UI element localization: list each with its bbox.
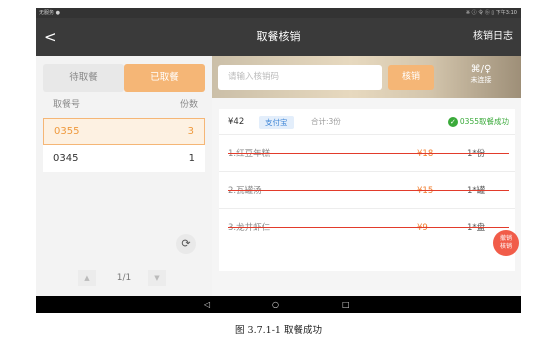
check-icon: ✓	[447, 117, 458, 127]
nav-back-icon[interactable]: ◁	[204, 296, 210, 313]
pagination: ▲ 1/1 ▼	[76, 270, 172, 290]
order-number: 0355	[54, 126, 80, 137]
item-unit: 1*份	[467, 149, 486, 159]
item-unit: 1*罐	[467, 186, 486, 196]
order-item: 1.红豆年糕 ¥18 1*份	[219, 136, 515, 172]
figure-caption: 图 3.7.1-1 取餐成功	[235, 325, 322, 336]
nav-recent-icon[interactable]: □	[342, 296, 350, 313]
left-panel: 待取餐 已取餐 取餐号 份数 0355 3 0345 1 ⟳ ▲ 1/1 ▼	[36, 56, 212, 296]
order-list: 0355 3 0345 1	[43, 118, 205, 172]
payment-method-badge: 支付宝	[259, 116, 294, 129]
item-unit: 1*盘	[467, 223, 486, 233]
connection-status-text: 未连接	[470, 76, 492, 84]
list-item[interactable]: 0345 1	[43, 146, 205, 173]
cancel-label-line1: 撤销	[499, 235, 512, 242]
tab-pending[interactable]: 待取餐	[43, 64, 124, 92]
verify-button[interactable]: 核销	[388, 65, 434, 90]
order-item: 3.龙井虾仁 ¥9 1*盘	[219, 210, 515, 246]
next-page-button[interactable]: ▼	[148, 270, 166, 286]
order-qty: 3	[187, 126, 194, 137]
refresh-icon[interactable]: ⟳	[176, 234, 196, 254]
page-indicator: 1/1	[116, 273, 132, 283]
strikethrough-line	[228, 227, 509, 228]
right-panel: 请输入核销码 核销 ⌘/♀ 未连接 ¥42 支付宝 合计:3份 ✓ 0355取餐成…	[212, 56, 521, 296]
order-summary: ¥42 支付宝 合计:3份 ✓ 0355取餐成功	[219, 109, 515, 135]
connection-status: ⌘/♀ 未连接	[456, 65, 506, 85]
order-detail-card: ¥42 支付宝 合计:3份 ✓ 0355取餐成功 1.红豆年糕 ¥18 1*份 2…	[219, 109, 515, 271]
order-item: 2.瓦罐汤 ¥15 1*罐	[219, 173, 515, 209]
item-price: ¥15	[417, 186, 434, 196]
status-badge: ✓ 0355取餐成功	[447, 109, 509, 135]
item-name: 2.瓦罐汤	[228, 186, 262, 196]
cancel-label-line2: 核销	[499, 243, 512, 250]
title-bar: < 取餐核销 核销日志	[36, 18, 521, 56]
scanner-icon: ⌘/♀	[470, 64, 492, 75]
item-price: ¥9	[417, 223, 428, 233]
order-amount: ¥42	[228, 117, 245, 127]
status-bar: 无服务 ● ※ ⓘ 令 ⓑ ▯ 下午3:10	[36, 8, 521, 18]
verification-log-link[interactable]: 核销日志	[473, 18, 513, 56]
order-total-count: 合计:3份	[311, 117, 341, 126]
status-right: ※ ⓘ 令 ⓑ ▯ 下午3:10	[465, 10, 517, 16]
previous-page-button[interactable]: ▲	[78, 270, 96, 286]
tab-picked-up[interactable]: 已取餐	[124, 64, 205, 92]
column-header-qty: 份数	[179, 100, 198, 110]
strikethrough-line	[228, 190, 509, 191]
nav-home-icon[interactable]: ○	[272, 296, 279, 313]
item-price: ¥18	[417, 149, 434, 159]
column-header-number: 取餐号	[53, 100, 81, 110]
tablet-screen: 无服务 ● ※ ⓘ 令 ⓑ ▯ 下午3:10 < 取餐核销 核销日志 待取餐 已…	[36, 8, 521, 313]
strikethrough-line	[228, 153, 509, 154]
cancel-verification-button[interactable]: 撤销 核销	[493, 230, 519, 256]
order-number: 0345	[53, 153, 79, 164]
list-header: 取餐号 份数	[43, 92, 205, 118]
page-title: 取餐核销	[256, 30, 301, 43]
status-text: 0355取餐成功	[459, 117, 509, 126]
order-qty: 1	[188, 153, 195, 164]
system-nav-bar: ◁ ○ □	[36, 296, 521, 313]
tab-group: 待取餐 已取餐	[43, 64, 205, 92]
verification-code-input[interactable]: 请输入核销码	[218, 65, 382, 90]
item-name: 1.红豆年糕	[228, 149, 271, 159]
status-left: 无服务 ●	[39, 10, 60, 16]
item-name: 3.龙井虾仁	[228, 223, 271, 233]
search-banner: 请输入核销码 核销 ⌘/♀ 未连接	[212, 56, 521, 98]
list-item[interactable]: 0355 3	[43, 118, 205, 145]
